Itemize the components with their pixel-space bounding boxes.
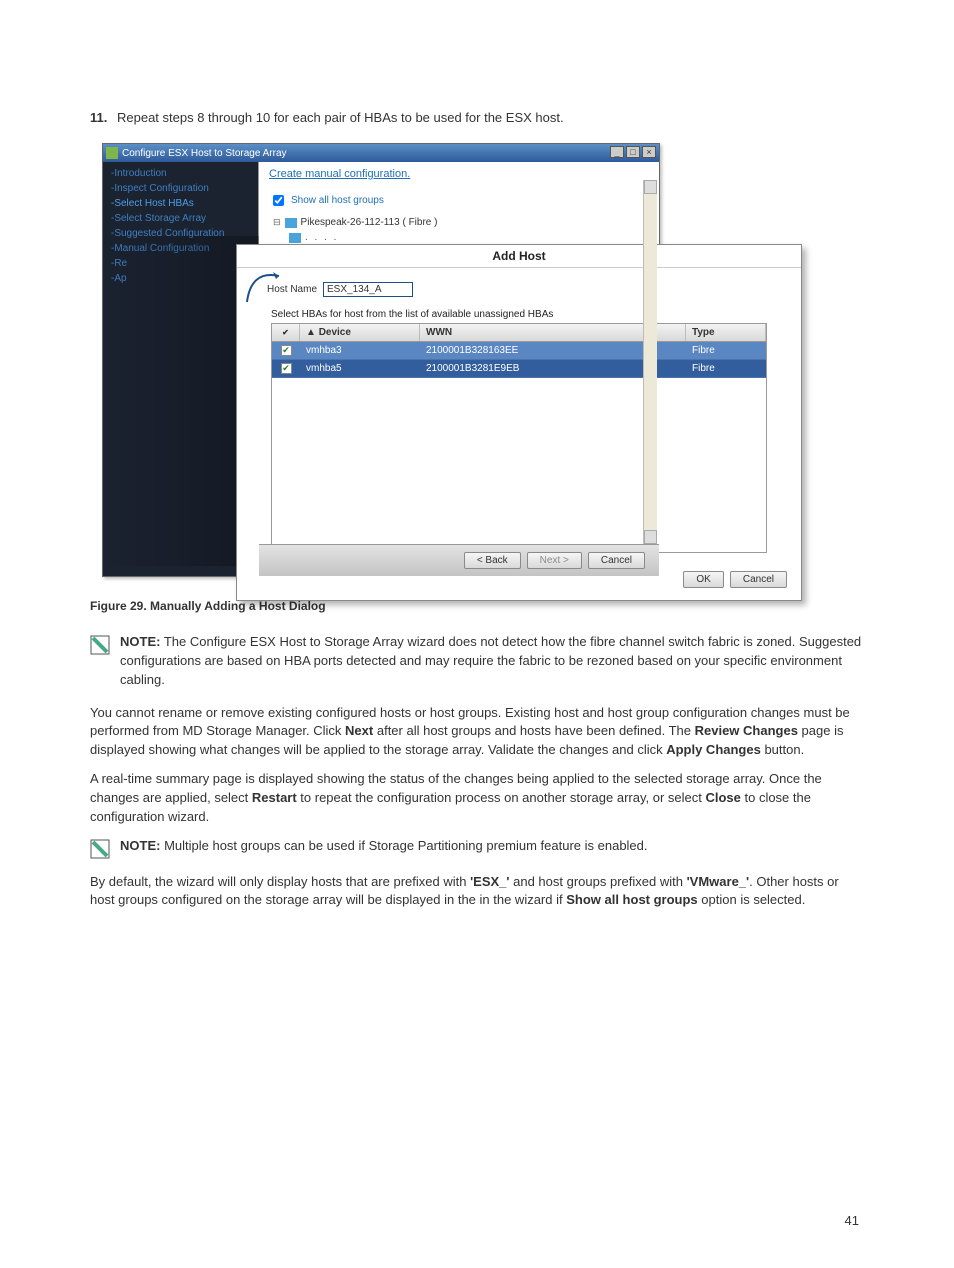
select-hbas-label: Select HBAs for host from the list of av… [271,309,791,320]
body-paragraph: You cannot rename or remove existing con… [90,704,864,761]
minimize-icon[interactable]: _ [610,146,624,158]
row-checkbox[interactable]: ✔ [281,345,292,356]
wizard-nav: -Introduction -Inspect Configuration -Se… [103,162,258,576]
note-text: The Configure ESX Host to Storage Array … [120,634,861,687]
note-icon [90,839,110,859]
nav-ap[interactable]: -Ap [111,273,250,284]
hba-table: ✔ ▲ Device WWN Type ✔ vmhba3 [271,323,767,553]
scroll-down-icon[interactable] [644,530,657,544]
wizard-window: Configure ESX Host to Storage Array _ □ … [102,143,660,577]
col-type-header[interactable]: Type [686,324,766,341]
step-line: 11. Repeat steps 8 through 10 for each p… [90,110,864,125]
show-all-checkbox[interactable] [273,195,284,206]
maximize-icon[interactable]: □ [626,146,640,158]
row-checkbox[interactable]: ✔ [281,363,292,374]
window-title: Configure ESX Host to Storage Array [122,148,287,159]
cell-type: Fibre [686,360,766,377]
close-icon[interactable]: × [642,146,656,158]
next-button[interactable]: Next > [527,552,582,569]
wizard-footer: < Back Next > Cancel [259,544,659,576]
table-row[interactable]: ✔ vmhba5 2100001B3281E9EB Fibre [272,360,766,378]
tree-collapse-icon[interactable]: ⊟ [273,217,281,228]
body-paragraph: By default, the wizard will only display… [90,873,864,911]
cell-device: vmhba3 [300,342,420,359]
footer-cancel-button[interactable]: Cancel [588,552,645,569]
nav-inspect[interactable]: -Inspect Configuration [111,183,250,194]
titlebar: Configure ESX Host to Storage Array _ □ … [103,144,659,162]
cell-device: vmhba5 [300,360,420,377]
nav-re[interactable]: -Re [111,258,250,269]
hostgroup-icon [285,218,297,228]
note-block: NOTE: The Configure ESX Host to Storage … [90,633,864,690]
note-icon [90,635,110,655]
callout-arrow-icon [243,262,287,306]
scroll-up-icon[interactable] [644,180,657,194]
nav-select-array[interactable]: -Select Storage Array [111,213,250,224]
sort-icon: ▲ [306,327,316,338]
tree-more: . . . . [305,232,338,243]
step-text: Repeat steps 8 through 10 for each pair … [117,110,564,125]
cell-type: Fibre [686,342,766,359]
note-label: NOTE: [120,634,160,649]
create-manual-link[interactable]: Create manual configuration. [269,168,649,180]
col-device-header[interactable]: ▲ Device [300,324,420,341]
back-button[interactable]: < Back [464,552,521,569]
cancel-button[interactable]: Cancel [730,571,787,588]
nav-intro[interactable]: -Introduction [111,168,250,179]
table-row[interactable]: ✔ vmhba3 2100001B328163EE Fibre [272,342,766,360]
page-number: 41 [845,1213,859,1228]
step-number: 11. [90,110,107,125]
body-paragraph: A real-time summary page is displayed sh… [90,770,864,827]
figure-caption: Figure 29. Manually Adding a Host Dialog [90,599,864,613]
note-label: NOTE: [120,838,160,853]
host-icon [289,233,301,243]
add-host-title: Add Host [237,245,801,268]
note-block: NOTE: Multiple host groups can be used i… [90,837,864,859]
wizard-content: Create manual configuration. Show all ho… [258,162,659,576]
ok-button[interactable]: OK [683,571,723,588]
show-all-label: Show all host groups [291,195,384,206]
nav-select-hbas[interactable]: -Select Host HBAs [111,198,250,209]
nav-manual[interactable]: -Manual Configuration [111,243,250,254]
app-icon [106,147,118,159]
nav-suggested[interactable]: -Suggested Configuration [111,228,250,239]
scrollbar[interactable] [643,180,657,544]
col-check-header[interactable]: ✔ [272,324,300,341]
host-name-input[interactable] [323,282,413,297]
hostgroup-name[interactable]: Pikespeak-26-112-113 ( Fibre ) [301,217,438,228]
note-text: Multiple host groups can be used if Stor… [160,838,647,853]
